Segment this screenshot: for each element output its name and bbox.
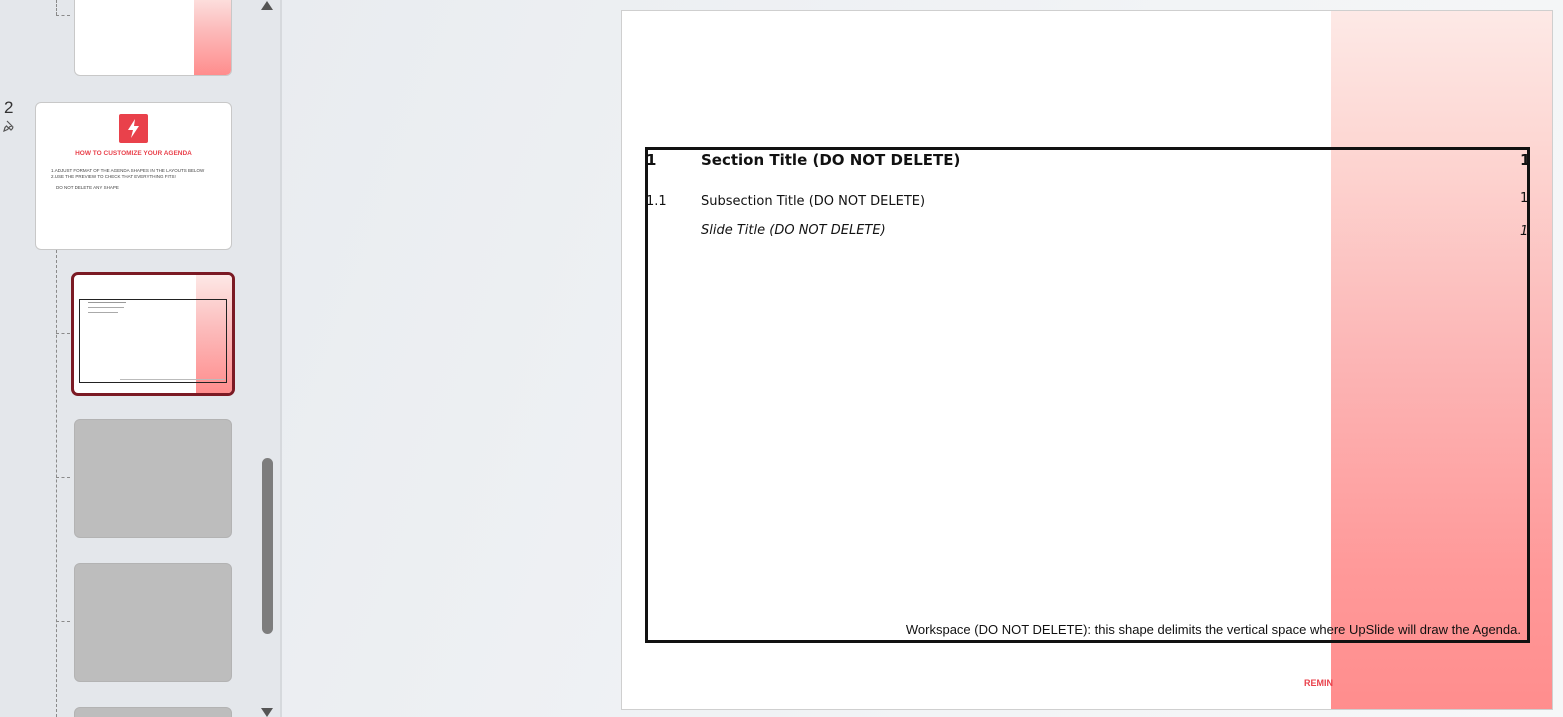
thumbnail-agenda-line2: 2.USE THE PREVIEW TO CHECK THAT EVERYTHI… xyxy=(51,174,176,179)
section-number: 1 xyxy=(646,151,657,169)
lightning-logo-icon xyxy=(119,114,148,143)
workspace-note: Workspace (DO NOT DELETE): this shape de… xyxy=(905,622,1521,637)
slide-number: 2 xyxy=(4,98,14,117)
slide-canvas[interactable]: 1 Section Title (DO NOT DELETE) 1 1.1 Su… xyxy=(621,10,1553,710)
slide-thumbnail-placeholder[interactable] xyxy=(74,419,232,538)
slide-thumbnail-placeholder[interactable] xyxy=(74,563,232,682)
slide-thumbnail-agenda[interactable]: HOW TO CUSTOMIZE YOUR AGENDA 1.ADJUST FO… xyxy=(35,102,232,250)
subsection-title: Subsection Title (DO NOT DELETE) xyxy=(701,194,926,209)
thumbnail-agenda-title: HOW TO CUSTOMIZE YOUR AGENDA xyxy=(75,150,192,157)
scroll-up-arrow-icon[interactable] xyxy=(261,1,273,10)
subsection-page-number: 1 xyxy=(1520,191,1529,206)
tree-connector xyxy=(56,477,70,478)
slide-thumbnail-placeholder[interactable] xyxy=(74,707,232,717)
subsection-number: 1.1 xyxy=(646,194,667,209)
slide-title-entry: Slide Title (DO NOT DELETE) xyxy=(701,223,886,238)
thumbnail-line xyxy=(120,379,225,380)
thumbnail-gradient xyxy=(194,0,231,75)
reminder-text: REMIN xyxy=(1304,678,1333,688)
scrollbar-thumb[interactable] xyxy=(262,458,273,634)
section-title: Section Title (DO NOT DELETE) xyxy=(701,151,961,169)
thumbnail-line xyxy=(88,302,126,303)
section-page-number: 1 xyxy=(1520,151,1531,169)
thumbnail-workspace-box xyxy=(79,299,227,383)
tree-connector xyxy=(56,333,70,334)
scroll-down-arrow-icon[interactable] xyxy=(261,708,273,717)
tree-connector xyxy=(56,0,57,15)
pin-icon xyxy=(3,120,15,135)
thumbnail-agenda-line3: DO NOT DELETE ANY SHAPE xyxy=(56,185,119,190)
slide-page-number: 1 xyxy=(1520,224,1529,239)
thumbnail-line xyxy=(88,307,124,308)
slide-thumbnail[interactable] xyxy=(74,0,232,76)
thumbnail-agenda-line1: 1.ADJUST FORMAT OF THE AGENDA SHAPES IN … xyxy=(51,168,205,173)
tree-connector xyxy=(56,250,57,717)
workspace-shape[interactable]: 1 Section Title (DO NOT DELETE) 1 1.1 Su… xyxy=(645,147,1530,643)
thumbnail-scrollbar[interactable] xyxy=(258,0,280,717)
slide-thumbnail-selected[interactable] xyxy=(71,272,235,396)
tree-connector xyxy=(56,15,70,16)
tree-connector xyxy=(56,621,70,622)
slide-thumbnail-pane: 2 HOW TO CUSTOMIZE YOUR AGENDA 1.ADJUST … xyxy=(0,0,258,717)
thumbnail-line xyxy=(88,312,118,313)
